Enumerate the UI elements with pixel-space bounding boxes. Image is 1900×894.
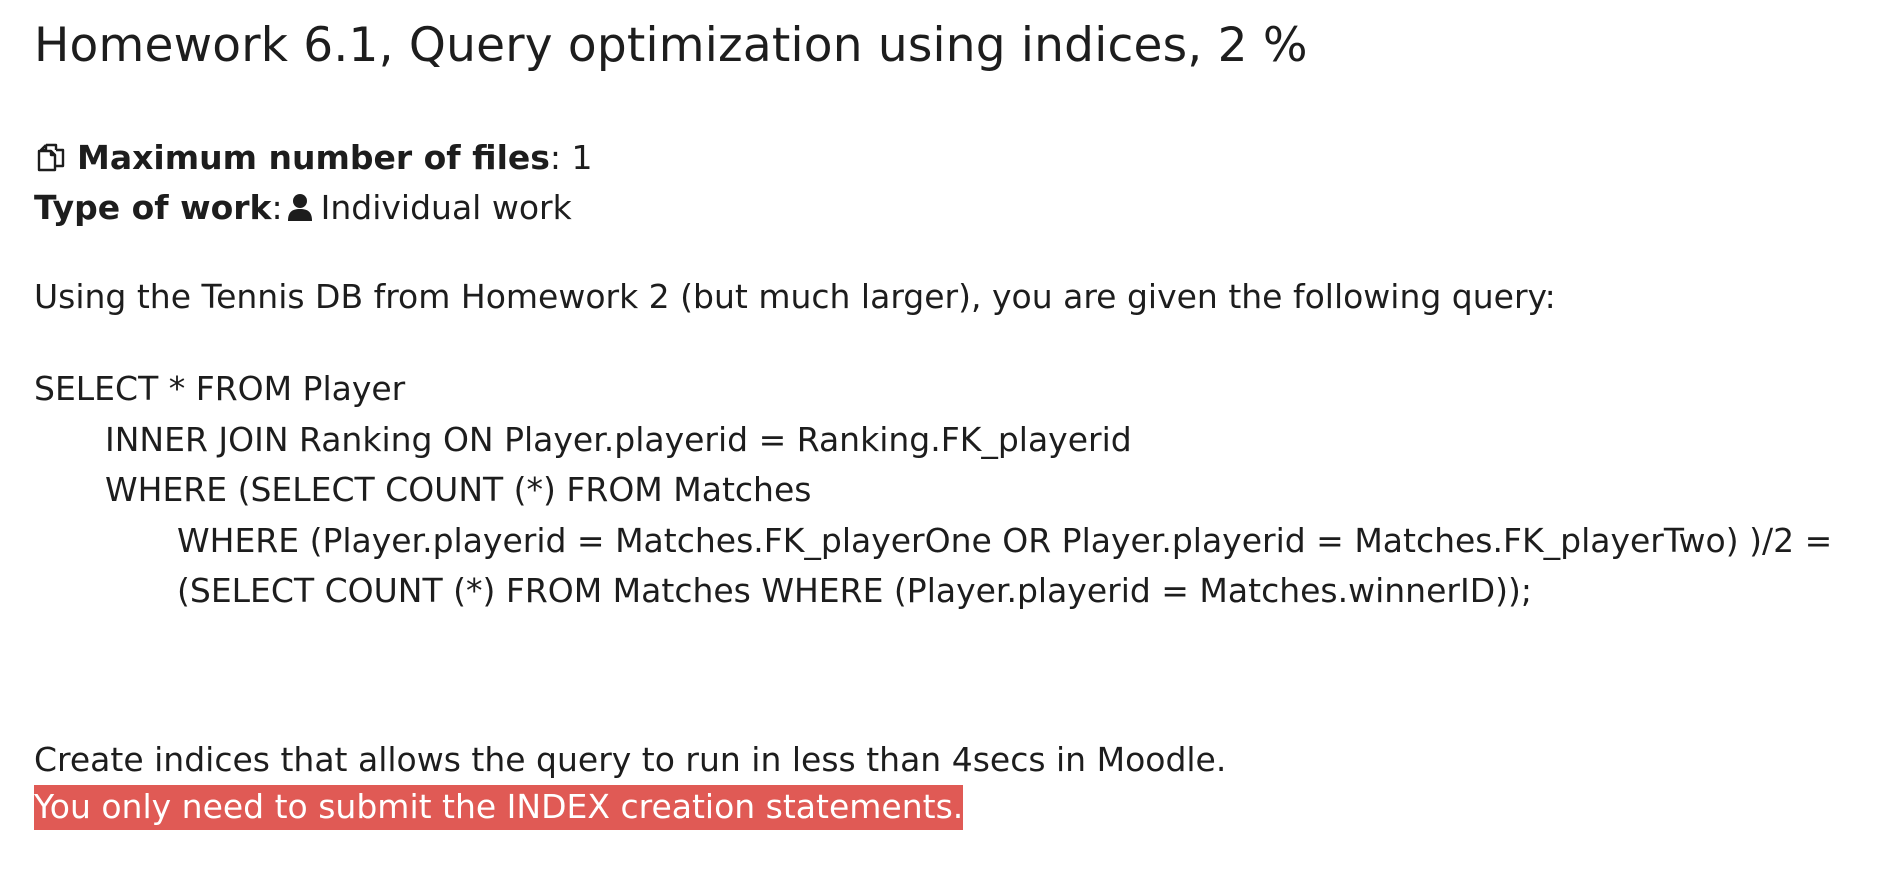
highlight-note-row: You only need to submit the INDEX creati…: [34, 785, 964, 830]
sql-query-block: SELECT * FROM Player INNER JOIN Ranking …: [34, 364, 1832, 617]
query-line: SELECT * FROM Player: [34, 369, 406, 408]
highlighted-note: You only need to submit the INDEX creati…: [34, 785, 964, 830]
max-files-label: Maximum number of files: [77, 138, 550, 177]
work-type-separator: :: [271, 188, 283, 227]
intro-text: Using the Tennis DB from Homework 2 (but…: [34, 277, 1556, 316]
query-line: (SELECT COUNT (*) FROM Matches WHERE (Pl…: [177, 571, 1532, 610]
user-icon: [287, 191, 313, 225]
work-type-row: Type of work : Individual work: [34, 188, 572, 227]
work-type-value: Individual work: [320, 188, 572, 227]
work-type-label: Type of work: [34, 188, 272, 227]
task-text: Create indices that allows the query to …: [34, 740, 1227, 779]
query-line: WHERE (SELECT COUNT (*) FROM Matches: [105, 470, 812, 509]
query-line: INNER JOIN Ranking ON Player.playerid = …: [105, 419, 1132, 459]
copy-files-icon: [34, 141, 68, 175]
query-line: WHERE (Player.playerid = Matches.FK_play…: [177, 520, 1833, 560]
max-files-value: : 1: [549, 138, 593, 177]
page-title: Homework 6.1, Query optimization using i…: [34, 18, 1308, 73]
max-files-row: Maximum number of files : 1: [34, 138, 593, 177]
